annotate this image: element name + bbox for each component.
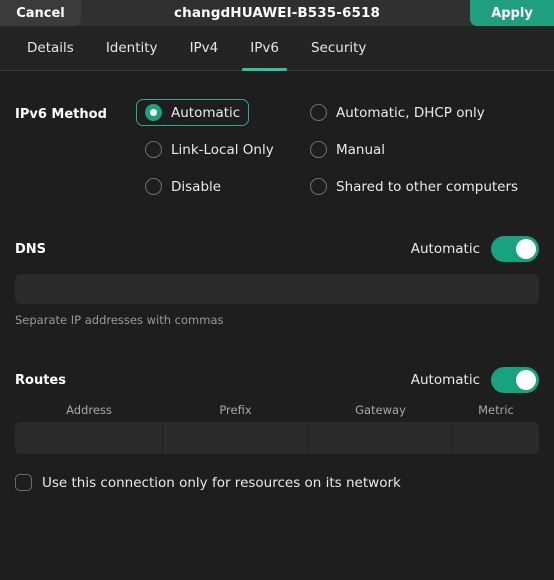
routes-section: Routes Automatic Address Prefix Gateway … [15,367,539,491]
tab-active-underline [242,67,287,71]
radio-disable[interactable]: Disable [136,173,230,200]
tab-details-label: Details [27,40,74,56]
table-row [15,422,539,454]
window-title: changdHUAWEI-B535-6518 [174,5,380,21]
tab-ipv6[interactable]: IPv6 [234,26,295,71]
cancel-button[interactable]: Cancel [0,0,81,26]
radio-link-local-only-label: Link-Local Only [171,141,274,158]
tab-security[interactable]: Security [295,26,382,71]
restrict-connection-checkbox-row[interactable]: Use this connection only for resources o… [15,474,539,491]
routes-header-row: Routes Automatic [15,367,539,393]
routes-label: Routes [15,372,66,388]
radio-indicator-icon [145,178,162,195]
ipv6-method-block: IPv6 Method Automatic Automatic, DHCP on… [15,71,539,200]
tab-bar: Details Identity IPv4 IPv6 Security [0,26,554,71]
radio-indicator-icon [310,141,327,158]
tab-details[interactable]: Details [11,26,90,71]
radio-automatic-label: Automatic [171,104,241,121]
dns-automatic-label: Automatic [410,241,480,257]
routes-toggle-group: Automatic [411,367,539,393]
routes-column-prefix: Prefix [219,403,252,417]
routes-automatic-label: Automatic [410,372,480,388]
apply-button[interactable]: Apply [470,0,554,26]
cancel-button-label: Cancel [16,6,65,21]
ipv6-method-label: IPv6 Method [15,107,107,122]
route-address-input[interactable] [15,422,163,454]
dns-automatic-toggle[interactable] [491,236,539,262]
dns-toggle-group: Automatic [411,236,539,262]
route-metric-input[interactable] [453,422,539,454]
dns-label: DNS [15,241,47,257]
radio-indicator-icon [310,178,327,195]
radio-automatic-dhcp-only-label: Automatic, DHCP only [336,104,485,121]
tab-ipv4[interactable]: IPv4 [174,26,235,71]
radio-shared-to-other-computers-label: Shared to other computers [336,178,519,195]
tab-identity[interactable]: Identity [90,26,174,71]
radio-manual-label: Manual [336,141,386,158]
tab-security-label: Security [310,40,367,56]
dns-section: DNS Automatic Separate IP addresses with… [15,236,539,327]
tab-ipv4-label: IPv4 [189,40,219,56]
radio-indicator-icon [145,141,162,158]
radio-manual[interactable]: Manual [301,136,394,163]
routes-column-gateway: Gateway [355,403,406,417]
routes-column-address: Address [66,403,112,417]
ipv6-method-options: Automatic Automatic, DHCP only Link-Loca… [136,99,539,200]
radio-indicator-icon [310,104,327,121]
radio-automatic-dhcp-only[interactable]: Automatic, DHCP only [301,99,494,126]
radio-indicator-icon [145,104,162,121]
toggle-knob [516,370,536,390]
titlebar: Cancel changdHUAWEI-B535-6518 Apply [0,0,554,26]
settings-content: IPv6 Method Automatic Automatic, DHCP on… [0,71,554,580]
dns-helper-text: Separate IP addresses with commas [15,313,224,327]
routes-column-metric: Metric [478,403,514,417]
radio-link-local-only[interactable]: Link-Local Only [136,136,283,163]
radio-shared-to-other-computers[interactable]: Shared to other computers [301,173,527,200]
tab-ipv6-label: IPv6 [250,40,279,56]
route-gateway-input[interactable] [308,422,453,454]
routes-column-headers: Address Prefix Gateway Metric [15,403,539,417]
route-prefix-input[interactable] [163,422,308,454]
restrict-connection-label: Use this connection only for resources o… [42,474,401,491]
apply-button-label: Apply [491,6,533,21]
routes-automatic-toggle[interactable] [491,367,539,393]
restrict-connection-checkbox[interactable] [15,474,32,491]
dns-header-row: DNS Automatic [15,236,539,262]
tab-identity-label: Identity [105,40,158,56]
radio-disable-label: Disable [171,178,222,195]
radio-automatic[interactable]: Automatic [136,99,250,126]
toggle-knob [516,239,536,259]
dns-servers-input[interactable] [15,274,539,304]
